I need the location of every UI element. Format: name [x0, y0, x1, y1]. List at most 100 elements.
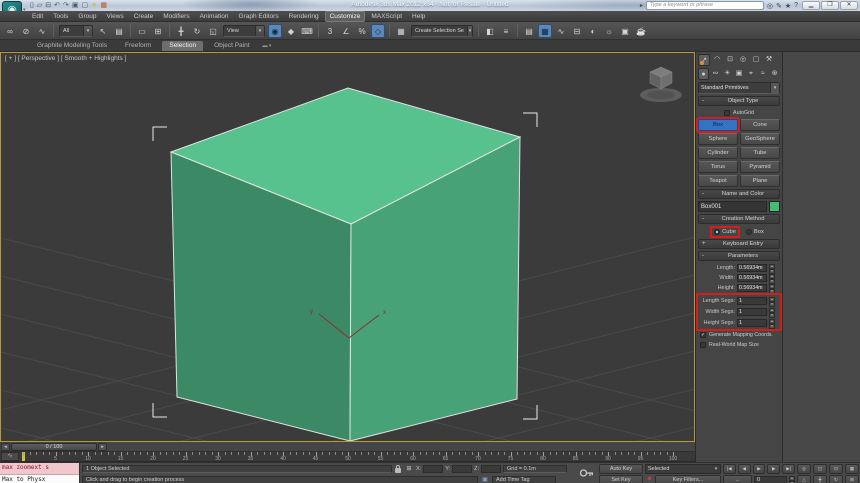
- width-segs-spinner[interactable]: ▴▾: [769, 308, 775, 316]
- shapes-tab[interactable]: ∾: [710, 68, 721, 80]
- open-file-icon[interactable]: ▱: [37, 1, 42, 10]
- help-icon[interactable]: ?: [794, 2, 798, 10]
- edit-named-selection-sets-icon[interactable]: ▦: [394, 24, 408, 38]
- reference-coordinate-system-dropdown[interactable]: View▾: [223, 25, 265, 37]
- render-setup-icon[interactable]: ☼: [602, 24, 616, 38]
- utilities-tab[interactable]: ⚒: [763, 54, 775, 66]
- listener-line[interactable]: Max to Physx: [0, 475, 79, 483]
- snaps-toggle-icon[interactable]: 3: [323, 24, 337, 38]
- select-and-move-icon[interactable]: ╋: [174, 24, 188, 38]
- menu-item-views[interactable]: Views: [102, 12, 127, 21]
- zoom-all-icon[interactable]: ◫: [813, 464, 827, 474]
- ribbon-minimize-icon[interactable]: ▬ ▾: [261, 43, 274, 51]
- lightbulb-icon[interactable]: ☀: [91, 1, 97, 10]
- length-field[interactable]: 0.56934m: [737, 264, 767, 272]
- application-menu-caret-icon[interactable]: ▾: [23, 7, 26, 11]
- autogrid-checkbox[interactable]: [724, 110, 730, 116]
- menu-item-tools[interactable]: Tools: [49, 12, 72, 21]
- cube-creation-radio[interactable]: Cube: [712, 228, 738, 236]
- y-coordinate-field[interactable]: [452, 465, 472, 473]
- communication-center-icon[interactable]: ✎: [776, 2, 782, 10]
- object-type-plane-button[interactable]: Plane: [740, 175, 780, 187]
- infocenter-search-input[interactable]: Type a keyword or phrase: [646, 1, 764, 10]
- menu-item-create[interactable]: Create: [130, 12, 158, 21]
- select-and-rotate-icon[interactable]: ↻: [190, 24, 204, 38]
- geometry-tab[interactable]: ●: [698, 68, 709, 80]
- add-time-tag-button[interactable]: Add Time Tag: [492, 476, 556, 483]
- menu-item-group[interactable]: Group: [74, 12, 100, 21]
- real-world-map-checkbox[interactable]: [700, 342, 706, 348]
- name-and-color-rollout-header[interactable]: - Name and Color: [698, 189, 780, 199]
- material-editor-icon[interactable]: ◐: [586, 24, 600, 38]
- render-production-icon[interactable]: ☕: [634, 24, 648, 38]
- restore-button[interactable]: ❐: [821, 1, 839, 10]
- time-slider-prev-arrow[interactable]: ◂: [1, 443, 10, 451]
- auto-key-button[interactable]: Auto Key: [599, 464, 643, 474]
- length-spinner[interactable]: ▴▾: [769, 264, 775, 272]
- space-warps-tab[interactable]: ≈: [757, 68, 768, 80]
- length-segs-spinner[interactable]: ▴▾: [769, 297, 775, 305]
- percent-snap-icon[interactable]: %: [355, 24, 369, 38]
- perspective-viewport[interactable]: y x [ + ] [ Perspective ] [ Smooth + Hig…: [0, 52, 695, 442]
- previous-frame-button[interactable]: ◀: [738, 464, 751, 474]
- object-type-cylinder-button[interactable]: Cylinder: [698, 147, 738, 159]
- select-and-scale-icon[interactable]: ◱: [206, 24, 220, 38]
- object-type-teapot-button[interactable]: Teapot: [698, 175, 738, 187]
- play-animation-button[interactable]: ▶: [753, 464, 766, 474]
- set-keys-button[interactable]: [579, 468, 595, 482]
- select-and-manipulate-icon[interactable]: ◆: [284, 24, 298, 38]
- object-type-cone-button[interactable]: Cone: [740, 119, 780, 131]
- zoom-icon[interactable]: ◎: [797, 464, 811, 474]
- redraw-all-views-icon[interactable]: ▦: [100, 1, 107, 10]
- keyboard-shortcut-override-icon[interactable]: ⌨: [300, 24, 314, 38]
- unlink-selection-icon[interactable]: ⊘: [19, 24, 33, 38]
- curve-editor-icon[interactable]: ∿: [554, 24, 568, 38]
- menu-item-modifiers[interactable]: Modifiers: [159, 12, 193, 21]
- object-type-box-button[interactable]: Box: [698, 119, 738, 131]
- create-tab[interactable]: ↗: [698, 54, 710, 66]
- height-segs-spinner[interactable]: ▴▾: [769, 319, 775, 327]
- motion-tab[interactable]: ◎: [737, 54, 749, 66]
- menu-item-customize[interactable]: Customize: [325, 11, 366, 22]
- select-and-link-icon[interactable]: ∞: [3, 24, 17, 38]
- primitive-category-dropdown[interactable]: Standard Primitives ▾: [698, 82, 780, 94]
- set-key-filters-icon[interactable]: ◆: [645, 475, 654, 483]
- generate-mapping-checkbox[interactable]: [700, 332, 706, 338]
- absolute-offset-toggle-icon[interactable]: ⊞: [404, 465, 414, 474]
- object-name-field[interactable]: Box001: [698, 201, 767, 212]
- go-to-end-button[interactable]: ▶|: [782, 464, 795, 474]
- helpers-tab[interactable]: ⌖: [746, 68, 757, 80]
- application-menu-button[interactable]: ◉: [2, 1, 22, 11]
- use-pivot-point-center-icon[interactable]: ◉: [268, 24, 282, 38]
- selection-filter-dropdown[interactable]: All▾: [59, 25, 93, 37]
- rectangular-selection-region-icon[interactable]: ▭: [135, 24, 149, 38]
- menu-item-edit[interactable]: Edit: [28, 12, 47, 21]
- minimize-button[interactable]: ▁: [802, 1, 820, 10]
- x-coordinate-field[interactable]: [423, 465, 443, 473]
- spinner-down-icon[interactable]: ▾: [769, 289, 775, 294]
- go-to-start-button[interactable]: |◀: [723, 464, 736, 474]
- object-type-tube-button[interactable]: Tube: [740, 147, 780, 159]
- layer-manager-icon[interactable]: ▤: [522, 24, 536, 38]
- open-mini-curve-editor-button[interactable]: ∿: [1, 452, 19, 461]
- viewport-label[interactable]: [ + ] [ Perspective ] [ Smooth + Highlig…: [5, 55, 126, 62]
- box-object[interactable]: [171, 88, 520, 441]
- undo-icon[interactable]: ↶: [54, 1, 60, 10]
- object-color-swatch[interactable]: [769, 201, 780, 212]
- orbit-icon[interactable]: ↻: [829, 475, 843, 483]
- box-creation-radio[interactable]: Box: [744, 228, 766, 236]
- display-tab[interactable]: ▢: [750, 54, 762, 66]
- ribbon-tab-object-paint[interactable]: Object Paint: [207, 41, 256, 51]
- set-key-button[interactable]: Set Key: [599, 475, 643, 483]
- box-radio-circle[interactable]: [746, 229, 752, 235]
- macro-recorder-line[interactable]: max zoomext s: [0, 463, 79, 475]
- height-segs-field[interactable]: 1: [737, 319, 767, 327]
- key-filters-button[interactable]: Key Filters...: [655, 475, 721, 483]
- creation-method-rollout-header[interactable]: - Creation Method: [698, 214, 780, 224]
- menu-item-graph-editors[interactable]: Graph Editors: [235, 12, 283, 21]
- lights-tab[interactable]: ☀: [722, 68, 733, 80]
- named-selection-sets-dropdown[interactable]: Create Selection Se▾: [411, 25, 473, 37]
- new-scene-icon[interactable]: ▯: [30, 1, 34, 10]
- width-field[interactable]: 0.56934m: [737, 274, 767, 282]
- animation-selection-set-dropdown[interactable]: Selected ▾: [645, 464, 721, 474]
